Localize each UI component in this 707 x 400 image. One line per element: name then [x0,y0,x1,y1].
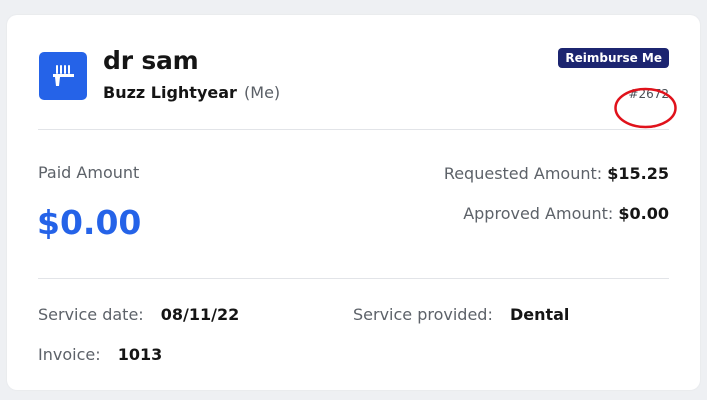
invoice-value: 1013 [117,345,163,364]
service-date-row: Service date: 08/11/22 [38,305,239,324]
service-date-label: Service date: [38,305,144,324]
provider-name: dr sam [103,46,199,75]
approved-amount-row: Approved Amount: $0.00 [463,204,669,223]
header-divider [38,129,669,130]
service-date-value: 08/11/22 [160,305,240,324]
service-provided-row: Service provided: Dental [353,305,569,324]
requested-amount-row: Requested Amount: $15.25 [444,164,669,183]
toothbrush-icon [39,52,87,100]
annotation-circle [614,87,677,129]
paid-amount-value: $0.00 [37,203,142,242]
service-provided-label: Service provided: [353,305,493,324]
member-line: Buzz Lightyear (Me) [103,83,280,102]
service-provided-value: Dental [509,305,570,324]
member-suffix: (Me) [244,83,281,102]
reimbursement-type-badge: Reimburse Me [558,48,669,68]
member-name: Buzz Lightyear [103,83,237,102]
invoice-row: Invoice: 1013 [38,345,162,364]
claim-card[interactable]: dr sam Buzz Lightyear (Me) Reimburse Me … [7,15,700,390]
amounts-divider [38,278,669,279]
requested-amount-value: $15.25 [607,164,669,183]
requested-amount-label: Requested Amount: [443,164,603,183]
paid-amount-label: Paid Amount [38,163,140,182]
invoice-label: Invoice: [38,345,101,364]
approved-amount-label: Approved Amount: [463,204,614,223]
approved-amount-value: $0.00 [618,204,669,223]
